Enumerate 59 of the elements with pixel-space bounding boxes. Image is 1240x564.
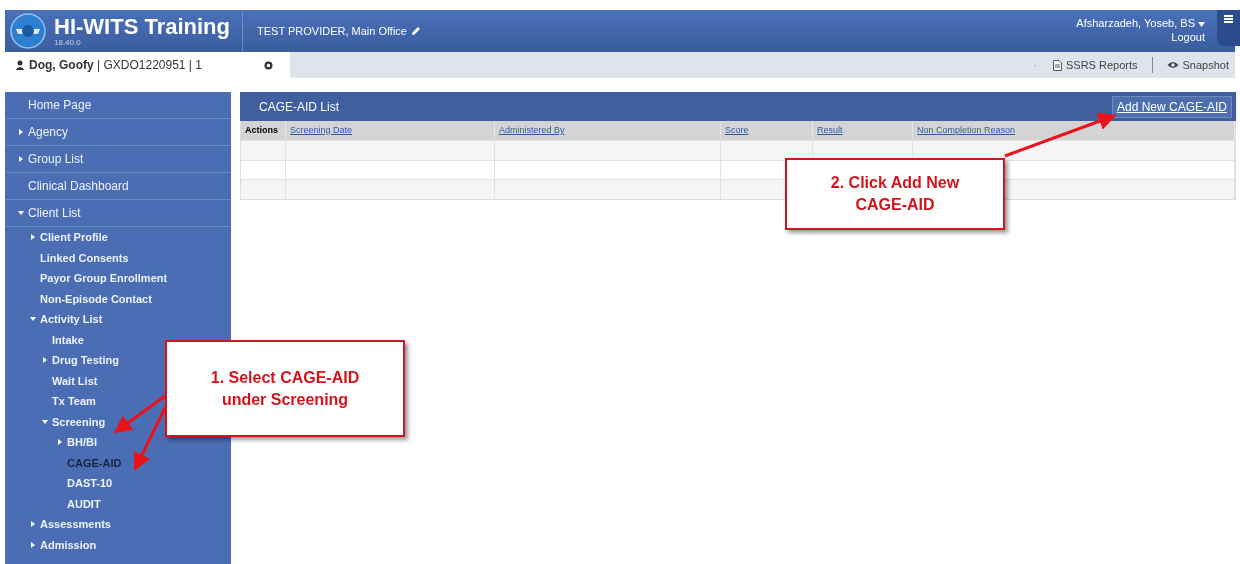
eye-icon[interactable] [1166, 61, 1179, 69]
sidebar-item[interactable]: Group List [28, 150, 84, 168]
sidebar-item[interactable]: Payor Group Enrollment [40, 270, 168, 287]
caret-right-icon[interactable] [42, 357, 48, 364]
sidebar-item[interactable]: Intake [52, 331, 84, 348]
sidebar-item[interactable]: Clinical Dashboard [28, 177, 129, 195]
sidebar-item[interactable]: Wait List [52, 372, 98, 389]
sidebar-item[interactable]: Home Page [28, 96, 92, 114]
sidebar-item[interactable]: Drug Testing [52, 352, 119, 369]
add-new-link[interactable]: Add New CAGE-AID [1111, 95, 1232, 118]
caret-down-icon[interactable] [18, 210, 24, 216]
sidebar-item[interactable]: Screening [52, 413, 106, 430]
caret-right-icon[interactable] [30, 234, 36, 241]
column-header-link[interactable]: Score [725, 123, 749, 138]
sidebar-item[interactable]: DAST-10 [67, 475, 113, 492]
ssrs-reports-link[interactable]: SSRS Reports [1066, 56, 1138, 74]
document-icon[interactable] [1053, 59, 1062, 71]
sidebar-item[interactable]: Linked Consents [40, 249, 129, 266]
sidebar-item[interactable]: Client Profile [40, 229, 108, 246]
provider-name[interactable]: TEST PROVIDER, Main Office [257, 22, 407, 40]
logo-icon [10, 13, 46, 49]
caret-right-icon[interactable] [30, 541, 36, 548]
column-header: Actions [245, 123, 278, 137]
column-header-link[interactable]: Non Completion Reason [917, 123, 1016, 138]
app-title: HI-WITS Training [54, 15, 230, 38]
callout-box: 2. Click Add New CAGE-AID [785, 158, 1005, 230]
pencil-icon[interactable] [410, 26, 421, 36]
sidebar-item[interactable]: Tx Team [52, 393, 96, 410]
sidebar-item[interactable]: AUDIT [67, 495, 101, 512]
user-menu[interactable]: Afsharzadeh, Yoseb, BS [1076, 17, 1195, 31]
caret-right-icon[interactable] [57, 439, 63, 446]
sidebar-item[interactable]: Client List [28, 204, 81, 222]
panel-title: CAGE-AID List [259, 98, 339, 116]
column-header-link[interactable]: Result [817, 123, 843, 138]
snapshot-link[interactable]: Snapshot [1182, 56, 1229, 74]
separator-dot: · [1033, 57, 1037, 73]
caret-icon[interactable] [1198, 21, 1205, 27]
sidebar-item[interactable]: BH/BI [67, 434, 97, 451]
caret-right-icon[interactable] [30, 521, 36, 528]
sidebar-item[interactable]: Admission [40, 536, 97, 553]
version-label: 18.40.0 [54, 38, 82, 47]
logout-link[interactable]: Logout [1171, 31, 1205, 45]
sidebar-item[interactable]: Non-Episode Contact [40, 290, 152, 307]
close-icon[interactable] [264, 60, 273, 70]
user-icon [15, 60, 25, 70]
caret-right-icon[interactable] [18, 129, 24, 135]
column-header-link[interactable]: Screening Date [290, 123, 353, 138]
menu-icon[interactable] [1224, 15, 1233, 23]
sidebar-item[interactable]: Assessments [40, 516, 111, 533]
sidebar-item[interactable]: Activity List [40, 311, 103, 328]
client-tab[interactable]: Dog, Goofy | GXDO1220951 | 1 [5, 52, 290, 78]
caret-right-icon[interactable] [18, 156, 24, 162]
sidebar-item[interactable]: CAGE-AID [67, 454, 122, 471]
sidebar-item[interactable]: Agency [28, 123, 69, 141]
caret-down-icon[interactable] [42, 418, 48, 425]
column-header-link[interactable]: Administered By [499, 123, 565, 138]
callout-box: 1. Select CAGE-AID under Screening [165, 340, 405, 437]
caret-down-icon[interactable] [30, 316, 36, 323]
menu-button[interactable] [1217, 10, 1240, 46]
